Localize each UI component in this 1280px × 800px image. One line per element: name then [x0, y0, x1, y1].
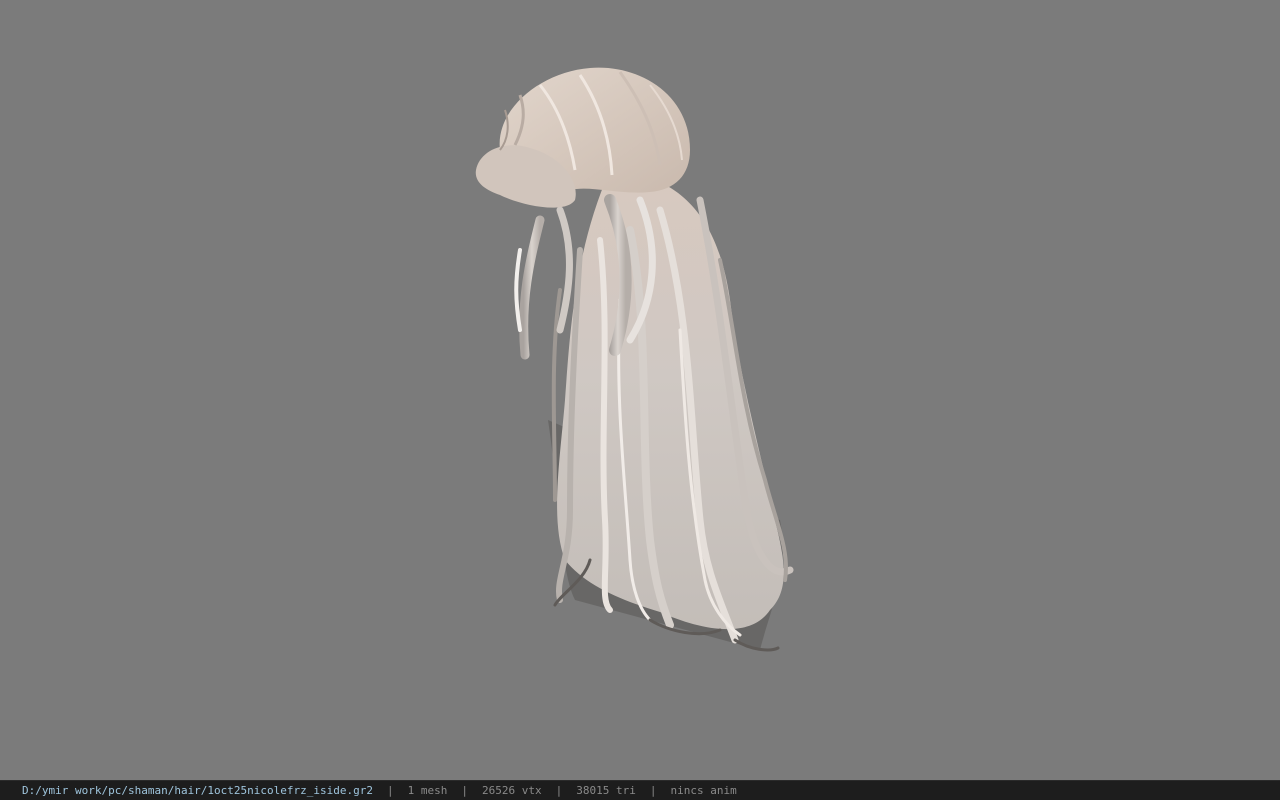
status-separator: |	[387, 784, 394, 797]
mesh-count-label: 1 mesh	[407, 784, 448, 797]
animation-status-label: nincs anim	[670, 784, 737, 797]
status-separator: |	[555, 784, 563, 797]
hair-model	[475, 67, 794, 652]
status-separator: |	[461, 784, 468, 797]
vertex-count-label: 26526 vtx	[482, 784, 542, 797]
file-path-label: D:/ymir work/pc/shaman/hair/1oct25nicole…	[22, 784, 373, 797]
triangle-count-label: 38015 tri	[576, 784, 636, 797]
3d-viewport[interactable]	[0, 0, 1280, 780]
status-bar: D:/ymir work/pc/shaman/hair/1oct25nicole…	[0, 780, 1280, 800]
status-separator: |	[649, 784, 657, 797]
hair-crown	[475, 67, 690, 208]
